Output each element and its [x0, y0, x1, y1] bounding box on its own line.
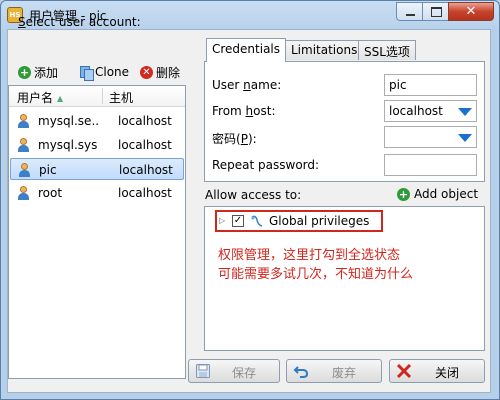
- user-name: mysql.se...: [38, 114, 100, 128]
- user-host: localhost: [119, 163, 173, 177]
- user-host: localhost: [118, 186, 172, 200]
- minimize-icon: [406, 14, 415, 16]
- repeat-password-input[interactable]: [384, 154, 477, 176]
- clone-icon: [80, 65, 94, 81]
- add-icon: +: [397, 187, 410, 201]
- privilege-checkbox[interactable]: ✓: [232, 215, 244, 227]
- maximize-button[interactable]: [422, 2, 449, 21]
- password-label: 密码(P):: [212, 132, 257, 146]
- add-user-button[interactable]: + 添加: [18, 63, 58, 81]
- user-row[interactable]: mysql.se... localhost: [10, 110, 184, 132]
- annotation-line-1: 权限管理，这里打勾到全选状态: [218, 248, 401, 263]
- sort-ascending-icon: ▲: [57, 94, 64, 103]
- discard-button[interactable]: 废弃: [286, 359, 382, 383]
- allow-access-label: Allow access to:: [205, 188, 302, 202]
- from-host-label: From host:: [212, 104, 276, 118]
- maximize-icon: [431, 7, 442, 17]
- user-name-label: User name:: [212, 78, 282, 92]
- user-list-header: 用户名 ▲ 主机: [9, 86, 185, 107]
- from-host-select[interactable]: localhost: [384, 100, 477, 122]
- tab-ssl[interactable]: SSL选项: [358, 40, 416, 60]
- password-input[interactable]: [384, 126, 477, 148]
- tab-credentials[interactable]: Credentials: [206, 38, 287, 62]
- column-username[interactable]: 用户名 ▲: [17, 89, 63, 106]
- close-button[interactable]: 关闭: [389, 359, 485, 383]
- close-window-button[interactable]: ✕: [448, 2, 494, 21]
- user-name: root: [38, 186, 63, 200]
- user-row-selected[interactable]: pic localhost: [10, 158, 184, 180]
- add-object-button[interactable]: + Add object: [397, 187, 478, 201]
- user-host: localhost: [118, 114, 172, 128]
- annotation-line-2: 可能需要多试几次，不知道为什么: [218, 267, 414, 282]
- user-host: localhost: [118, 138, 172, 152]
- tab-limitations[interactable]: Limitations: [285, 40, 364, 60]
- add-icon: +: [18, 65, 31, 79]
- select-user-label: Select user account:: [18, 15, 141, 29]
- dropdown-arrow-icon[interactable]: [458, 108, 472, 116]
- clone-user-button[interactable]: Clone: [80, 63, 129, 81]
- user-icon: [17, 114, 30, 128]
- user-name: mysql.sys: [38, 138, 98, 152]
- user-row[interactable]: root localhost: [10, 182, 184, 204]
- user-list[interactable]: 用户名 ▲ 主机 mysql.se... localhost mysql.sys …: [8, 85, 186, 379]
- user-icon: [18, 163, 31, 177]
- tree-item-global-privileges[interactable]: ▷ ✓ Global privileges: [215, 210, 383, 232]
- delete-user-button[interactable]: ✕ 删除: [140, 63, 180, 81]
- repeat-password-label: Repeat password:: [212, 158, 320, 172]
- user-name: pic: [39, 163, 57, 177]
- user-icon: [17, 138, 30, 152]
- user-row[interactable]: mysql.sys localhost: [10, 134, 184, 156]
- user-icon: [17, 186, 30, 200]
- user-name-input[interactable]: pic: [384, 74, 477, 96]
- dropdown-arrow-icon[interactable]: [458, 134, 472, 142]
- save-button[interactable]: 保存: [188, 359, 280, 383]
- close-icon: ✕: [465, 4, 477, 19]
- column-host[interactable]: 主机: [109, 89, 133, 106]
- delete-icon: ✕: [140, 65, 153, 79]
- privilege-icon: [251, 215, 263, 227]
- minimize-button[interactable]: [396, 2, 423, 21]
- expand-arrow-icon[interactable]: ▷: [219, 216, 225, 225]
